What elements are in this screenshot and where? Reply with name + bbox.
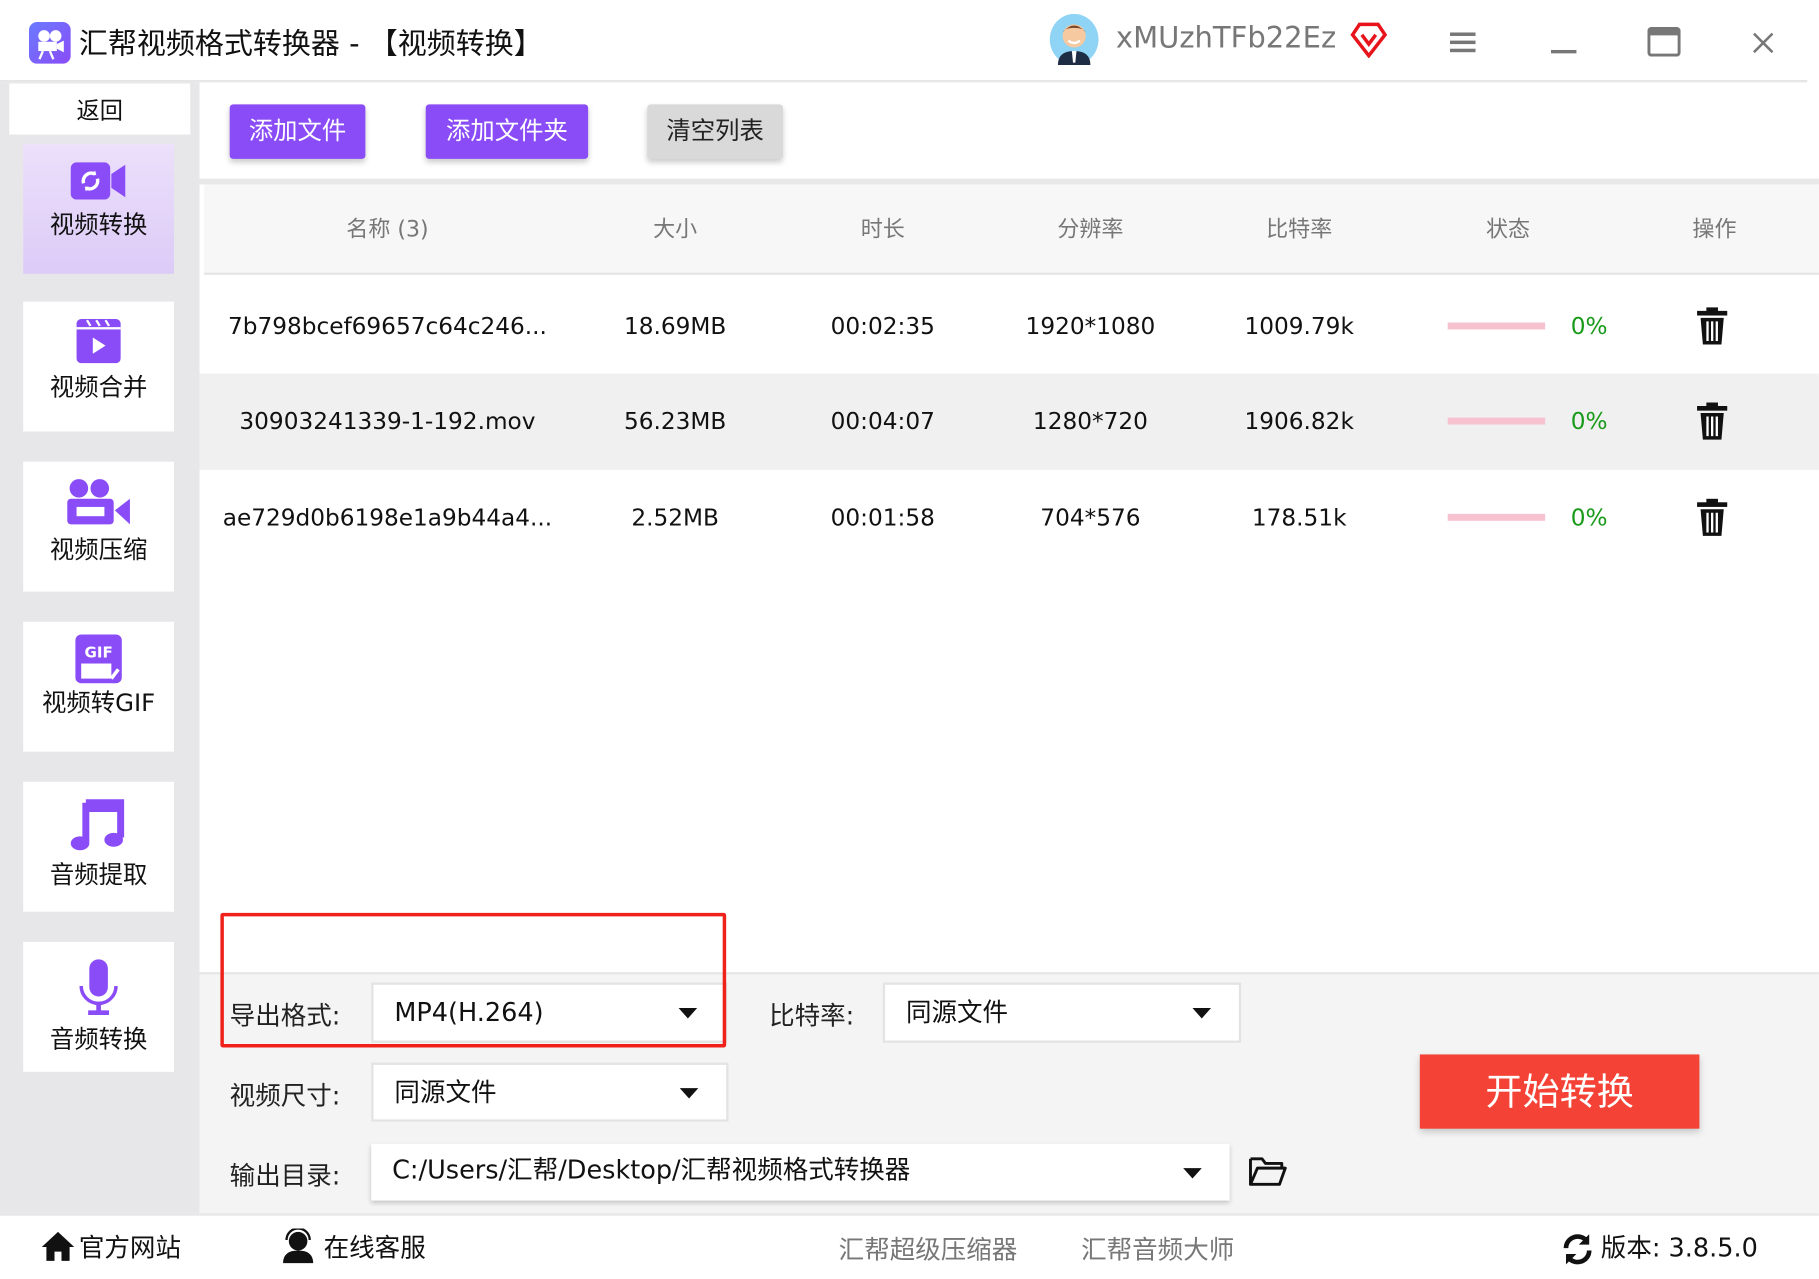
sidebar-item-video-merge[interactable]: 视频合并 xyxy=(23,301,175,432)
sidebar-item-label: 视频合并 xyxy=(49,373,148,402)
bitrate-value: 同源文件 xyxy=(905,998,1009,1028)
sidebar-item-label: 视频转换 xyxy=(49,211,148,239)
cell-duration: 00:04:07 xyxy=(830,407,935,435)
video-convert-icon xyxy=(70,162,126,200)
username[interactable]: xMUzhTFb22Ez xyxy=(1116,21,1336,55)
divider xyxy=(0,80,1808,83)
chevron-down-icon xyxy=(679,1087,699,1098)
menu-icon[interactable] xyxy=(1450,31,1478,59)
progress-percent: 0% xyxy=(1570,312,1608,340)
cell-duration: 00:01:58 xyxy=(830,503,935,532)
avatar[interactable] xyxy=(1049,13,1100,70)
sidebar-item-video-convert[interactable]: 视频转换 xyxy=(23,143,175,274)
sidebar-item-label: 音频转换 xyxy=(49,1025,148,1054)
cell-resolution: 1920*1080 xyxy=(1025,312,1156,340)
table-row[interactable]: 7b798bcef69657c64c246... 18.69MB 00:02:35 1… xyxy=(200,278,1819,374)
cell-name: 7b798bcef69657c64c246... xyxy=(227,312,547,340)
online-support-link[interactable]: 在线客服 xyxy=(324,1227,426,1264)
progress-bar xyxy=(1447,322,1546,330)
trash-icon[interactable] xyxy=(1696,306,1728,350)
cell-name: 30903241339-1-192.mov xyxy=(239,407,536,435)
highlight-box xyxy=(220,912,727,1048)
cell-size: 56.23MB xyxy=(623,407,727,435)
cell-name: ae729d0b6198e1a9b44a4... xyxy=(222,503,553,532)
video-merge-icon xyxy=(76,319,121,364)
cell-resolution: 704*576 xyxy=(1040,503,1141,532)
sidebar-item-label: 音频提取 xyxy=(49,860,148,889)
column-name[interactable]: 名称 (3) xyxy=(346,184,428,274)
compressor-link[interactable]: 汇帮超级压缩器 xyxy=(839,1230,1018,1267)
vip-icon[interactable] xyxy=(1350,21,1388,63)
sidebar-item-audio-convert[interactable]: 音频转换 xyxy=(23,941,175,1072)
maximize-icon[interactable] xyxy=(1647,26,1682,62)
size-value: 同源文件 xyxy=(394,1078,497,1108)
table-row[interactable]: ae729d0b6198e1a9b44a4... 2.52MB 00:01:58 70… xyxy=(200,470,1819,566)
progress-bar xyxy=(1447,417,1546,425)
customer-service-icon xyxy=(281,1227,316,1267)
column-resolution[interactable]: 分辨率 xyxy=(1057,184,1123,274)
column-bitrate[interactable]: 比特率 xyxy=(1266,184,1332,274)
column-size[interactable]: 大小 xyxy=(653,184,697,274)
chevron-down-icon xyxy=(1183,1167,1202,1178)
minimize-icon[interactable] xyxy=(1550,39,1579,61)
folder-open-icon[interactable] xyxy=(1248,1155,1287,1192)
chevron-down-icon xyxy=(1192,1008,1212,1019)
home-icon xyxy=(41,1230,76,1267)
microphone-icon xyxy=(79,959,118,1015)
window-title: 汇帮视频格式转换器 - 【视频转换】 xyxy=(78,26,543,61)
svg-text:GIF: GIF xyxy=(84,644,112,662)
close-icon[interactable] xyxy=(1752,31,1775,59)
size-label: 视频尺寸: xyxy=(229,1082,341,1112)
trash-icon[interactable] xyxy=(1696,401,1728,445)
add-file-button[interactable]: 添加文件 xyxy=(229,104,366,159)
app-logo-icon xyxy=(29,22,71,68)
start-convert-button[interactable]: 开始转换 xyxy=(1419,1054,1700,1129)
column-status: 状态 xyxy=(1485,216,1531,243)
sidebar-item-video-gif[interactable]: GIF 视频转GIF xyxy=(23,621,175,752)
add-folder-button[interactable]: 添加文件夹 xyxy=(425,104,589,159)
back-button[interactable]: 返回 xyxy=(9,83,191,135)
cell-size: 2.52MB xyxy=(631,503,719,532)
progress-percent: 0% xyxy=(1570,407,1608,435)
table-row[interactable]: 30903241339-1-192.mov 56.23MB 00:04:07 1280… xyxy=(199,373,1819,470)
progress-percent: 0% xyxy=(1570,503,1608,532)
sidebar-item-video-compress[interactable]: 视频压缩 xyxy=(23,461,175,592)
output-value: C:/Users/汇帮/Desktop/汇帮视频格式转换器 xyxy=(392,1156,911,1186)
column-duration[interactable]: 时长 xyxy=(861,184,905,274)
progress-bar xyxy=(1447,513,1546,521)
cell-bitrate: 1906.82k xyxy=(1244,407,1354,435)
refresh-icon[interactable] xyxy=(1561,1232,1593,1271)
video-compress-icon xyxy=(67,479,130,525)
cell-resolution: 1280*720 xyxy=(1032,407,1148,435)
output-label: 输出目录: xyxy=(229,1162,341,1192)
audio-master-link[interactable]: 汇帮音频大师 xyxy=(1081,1230,1234,1267)
gif-icon: GIF xyxy=(75,634,122,684)
cell-bitrate: 1009.79k xyxy=(1244,312,1354,340)
table-header: 名称 (3) 大小 时长 分辨率 比特率 状态 操作 xyxy=(204,184,1819,275)
cell-bitrate: 178.51k xyxy=(1251,503,1347,532)
bitrate-select[interactable]: 同源文件 xyxy=(882,982,1242,1043)
trash-icon[interactable] xyxy=(1696,498,1728,542)
clear-list-button[interactable]: 清空列表 xyxy=(647,104,783,159)
cell-duration: 00:02:35 xyxy=(830,312,935,340)
sidebar-item-label: 视频转GIF xyxy=(42,689,156,717)
cell-size: 18.69MB xyxy=(623,312,727,340)
column-actions: 操作 xyxy=(1692,216,1737,243)
version-text: 版本: 3.8.5.0 xyxy=(1600,1234,1758,1264)
sidebar-item-label: 视频压缩 xyxy=(49,535,148,564)
official-website-link[interactable]: 官方网站 xyxy=(79,1227,181,1264)
music-note-icon xyxy=(70,799,125,851)
bitrate-label: 比特率: xyxy=(769,1002,855,1032)
size-select[interactable]: 同源文件 xyxy=(371,1062,729,1122)
output-dir-select[interactable]: C:/Users/汇帮/Desktop/汇帮视频格式转换器 xyxy=(371,1143,1230,1201)
sidebar-item-audio-extract[interactable]: 音频提取 xyxy=(23,781,175,912)
